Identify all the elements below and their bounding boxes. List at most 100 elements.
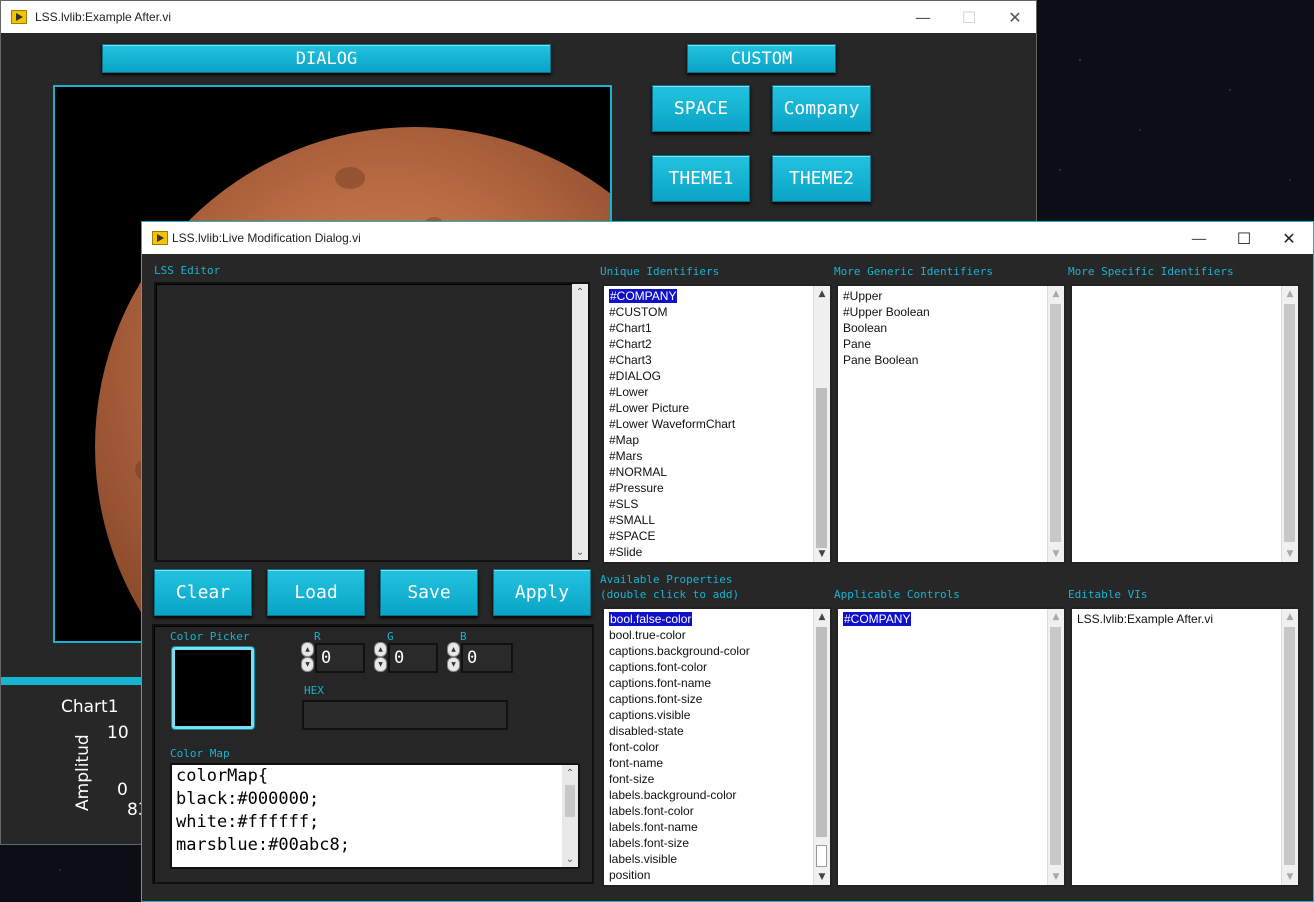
scroll-thumb[interactable] <box>565 785 575 817</box>
b-stepper[interactable]: ▲ ▼ <box>447 642 460 674</box>
more-specific-list[interactable]: ▲ ▼ <box>1070 284 1300 564</box>
list-item[interactable]: captions.font-name <box>604 675 830 691</box>
scroll-thumb[interactable] <box>1284 627 1295 865</box>
list-item[interactable]: #Lower <box>604 384 830 400</box>
list-item[interactable]: #CUSTOM <box>604 304 830 320</box>
scroll-thumb[interactable] <box>1050 627 1061 865</box>
scroll-down-icon[interactable]: ▼ <box>814 546 830 562</box>
scroll-thumb-grip[interactable] <box>816 845 827 867</box>
more-generic-list[interactable]: #Upper #Upper Boolean Boolean Pane Pane … <box>836 284 1066 564</box>
close-button[interactable]: ✕ <box>992 1 1038 33</box>
decrement-icon[interactable]: ▼ <box>447 657 460 672</box>
scroll-up-icon[interactable]: ▲ <box>814 609 830 625</box>
list-item[interactable]: #Mars <box>604 448 830 464</box>
list-item[interactable]: font-color <box>604 739 830 755</box>
increment-icon[interactable]: ▲ <box>447 642 460 657</box>
list-item[interactable]: labels.font-color <box>604 803 830 819</box>
scroll-thumb[interactable] <box>1050 304 1061 542</box>
clear-button[interactable]: Clear <box>154 569 252 616</box>
r-stepper[interactable]: ▲ ▼ <box>301 642 314 674</box>
space-button[interactable]: SPACE <box>652 85 750 132</box>
list-item[interactable]: labels.visible <box>604 851 830 867</box>
scroll-up-icon[interactable]: ▲ <box>1048 609 1064 625</box>
list-item[interactable]: #Pressure <box>604 480 830 496</box>
increment-icon[interactable]: ▲ <box>301 642 314 657</box>
list-item[interactable]: #Chart1 <box>604 320 830 336</box>
decrement-icon[interactable]: ▼ <box>374 657 387 672</box>
scroll-down-icon[interactable]: ⌄ <box>562 851 578 867</box>
color-swatch[interactable] <box>172 647 254 729</box>
scroll-up-icon[interactable]: ▲ <box>814 286 830 302</box>
dialog-button[interactable]: DIALOG <box>102 44 551 73</box>
theme2-button[interactable]: THEME2 <box>772 155 871 202</box>
increment-icon[interactable]: ▲ <box>374 642 387 657</box>
scroll-thumb[interactable] <box>1284 304 1295 542</box>
list-item[interactable]: LSS.lvlib:Example After.vi <box>1072 611 1298 627</box>
unique-identifiers-scrollbar[interactable]: ▲ ▼ <box>813 286 830 562</box>
close-button[interactable]: ✕ <box>1266 222 1312 254</box>
list-item[interactable]: captions.visible <box>604 707 830 723</box>
list-item[interactable]: font-size <box>604 771 830 787</box>
list-item[interactable]: #COMPANY <box>838 611 1064 627</box>
list-item[interactable]: #DIALOG <box>604 368 830 384</box>
list-item[interactable]: captions.font-size <box>604 691 830 707</box>
list-item[interactable]: labels.font-name <box>604 819 830 835</box>
list-item[interactable]: #Map <box>604 432 830 448</box>
list-item[interactable]: #Upper Boolean <box>838 304 1064 320</box>
hex-field[interactable] <box>302 700 508 730</box>
scroll-thumb[interactable] <box>816 388 827 548</box>
applicable-controls-list[interactable]: #COMPANY ▲ ▼ <box>836 607 1066 887</box>
more-specific-scrollbar[interactable]: ▲ ▼ <box>1281 286 1298 562</box>
company-button[interactable]: Company <box>772 85 871 132</box>
g-stepper[interactable]: ▲ ▼ <box>374 642 387 674</box>
list-item[interactable]: font-name <box>604 755 830 771</box>
scroll-thumb[interactable] <box>816 627 827 837</box>
b-field[interactable]: 0 <box>461 643 513 673</box>
color-map-textarea[interactable]: colorMap{ black:#000000; white:#ffffff; … <box>170 763 580 869</box>
minimize-button[interactable]: — <box>900 1 946 33</box>
scroll-down-icon[interactable]: ▼ <box>1048 546 1064 562</box>
apply-button[interactable]: Apply <box>493 569 591 616</box>
list-item[interactable]: captions.background-color <box>604 643 830 659</box>
list-item[interactable]: #NORMAL <box>604 464 830 480</box>
list-item[interactable]: captions.font-color <box>604 659 830 675</box>
r-field[interactable]: 0 <box>315 643 365 673</box>
list-item[interactable]: #SPACE <box>604 528 830 544</box>
custom-button[interactable]: CUSTOM <box>687 44 836 73</box>
maximize-button[interactable]: ☐ <box>1221 222 1267 254</box>
front-window-titlebar[interactable]: LSS.lvlib:Live Modification Dialog.vi — … <box>142 222 1313 254</box>
lss-editor-scrollbar[interactable]: ⌃ ⌄ <box>572 284 588 560</box>
scroll-up-icon[interactable]: ▲ <box>1048 286 1064 302</box>
save-button[interactable]: Save <box>380 569 478 616</box>
list-item[interactable]: Pane Boolean <box>838 352 1064 368</box>
scroll-down-icon[interactable]: ▼ <box>1282 869 1298 885</box>
list-item[interactable]: #Lower WaveformChart <box>604 416 830 432</box>
list-item[interactable]: disabled-state <box>604 723 830 739</box>
list-item[interactable]: bool.false-color <box>604 611 830 627</box>
list-item[interactable]: #Chart2 <box>604 336 830 352</box>
list-item[interactable]: #Upper <box>838 288 1064 304</box>
theme1-button[interactable]: THEME1 <box>652 155 750 202</box>
scroll-up-icon[interactable]: ▲ <box>1282 286 1298 302</box>
list-item[interactable]: labels.background-color <box>604 787 830 803</box>
list-item[interactable]: Boolean <box>838 320 1064 336</box>
list-item[interactable]: labels.font-size <box>604 835 830 851</box>
list-item[interactable]: #COMPANY <box>604 288 830 304</box>
list-item[interactable]: #SLS <box>604 496 830 512</box>
editable-vis-scrollbar[interactable]: ▲ ▼ <box>1281 609 1298 885</box>
scroll-down-icon[interactable]: ▼ <box>814 869 830 885</box>
decrement-icon[interactable]: ▼ <box>301 657 314 672</box>
lss-editor-textarea[interactable]: ⌃ ⌄ <box>154 282 590 562</box>
load-button[interactable]: Load <box>267 569 365 616</box>
scroll-down-icon[interactable]: ⌄ <box>572 544 588 560</box>
list-item[interactable]: #Slide <box>604 544 830 560</box>
available-properties-list[interactable]: bool.false-color bool.true-color caption… <box>602 607 832 887</box>
more-generic-scrollbar[interactable]: ▲ ▼ <box>1047 286 1064 562</box>
applicable-controls-scrollbar[interactable]: ▲ ▼ <box>1047 609 1064 885</box>
scroll-up-icon[interactable]: ⌃ <box>572 284 588 300</box>
list-item[interactable]: #Chart3 <box>604 352 830 368</box>
back-window-titlebar[interactable]: LSS.lvlib:Example After.vi — ☐ ✕ <box>1 1 1036 33</box>
list-item[interactable]: Pane <box>838 336 1064 352</box>
list-item[interactable]: bool.true-color <box>604 627 830 643</box>
maximize-button[interactable]: ☐ <box>946 1 992 33</box>
